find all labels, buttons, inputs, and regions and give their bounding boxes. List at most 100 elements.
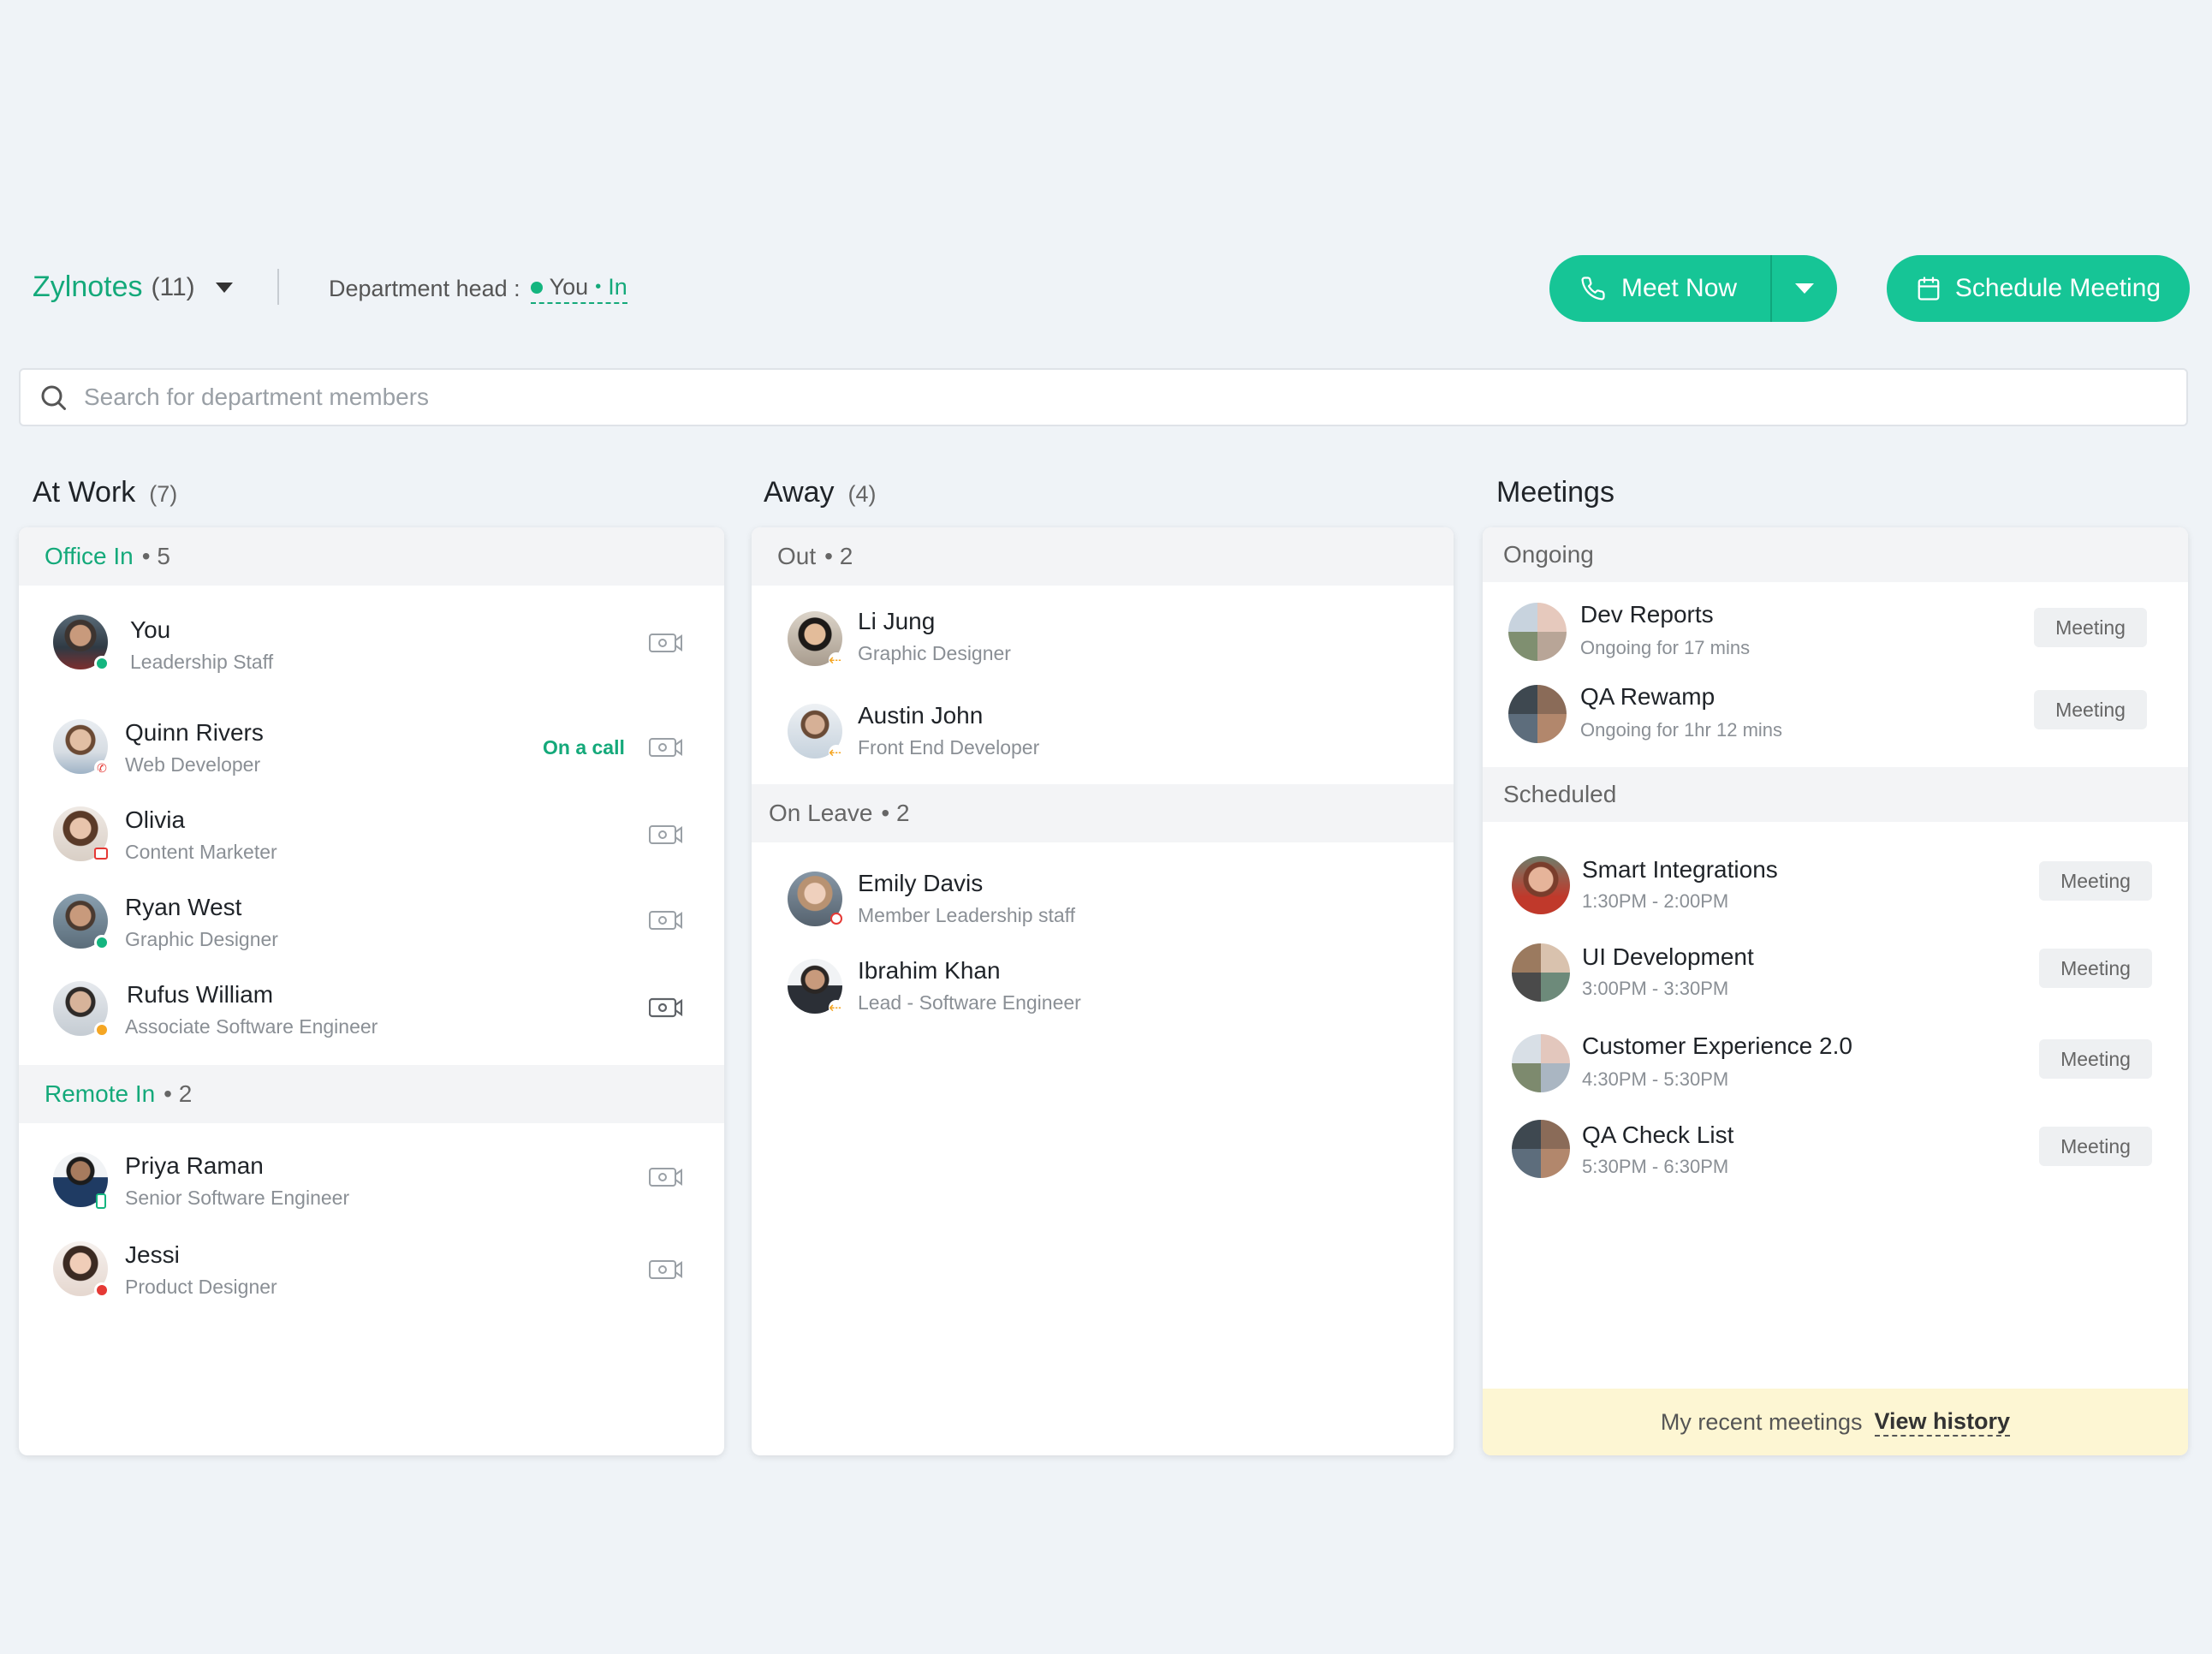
meeting-title: Customer Experience 2.0 [1582, 1032, 1852, 1059]
member-row[interactable]: Emily Davis Member Leadership staff [752, 842, 1454, 947]
member-row[interactable]: ✆ Quinn Rivers Web Developer On a call [19, 702, 724, 791]
member-row[interactable]: Priya Raman Senior Software Engineer [19, 1123, 724, 1224]
member-row[interactable]: Ryan West Graphic Designer [19, 880, 724, 969]
dept-head-status: In [608, 274, 627, 300]
at-work-count: (7) [149, 481, 178, 507]
video-icon[interactable] [649, 632, 683, 654]
member-row[interactable]: ⇠ Austin John Front End Developer [752, 692, 1454, 784]
meet-now-button[interactable]: Meet Now [1549, 255, 1770, 322]
dept-head-label: Department head : [329, 276, 520, 301]
participants-avatar-stack [1508, 685, 1567, 743]
department-selector[interactable]: Zylnotes (11) [33, 271, 233, 304]
status-online-icon [94, 656, 110, 671]
status-out-icon: ⇠ [829, 652, 844, 668]
video-icon[interactable] [649, 997, 683, 1019]
video-icon[interactable] [649, 909, 683, 931]
video-icon[interactable] [649, 1166, 683, 1188]
out-group-header: Out • 2 [752, 527, 1454, 586]
member-row[interactable]: Rufus William Associate Software Enginee… [19, 969, 724, 1065]
schedule-meeting-label: Schedule Meeting [1954, 274, 2161, 302]
meet-now-dropdown-button[interactable] [1772, 255, 1837, 322]
status-out-icon: ⇠ [829, 1000, 844, 1015]
chevron-down-icon [215, 282, 233, 293]
meeting-badge[interactable]: Meeting [2034, 608, 2147, 647]
meeting-row[interactable]: Customer Experience 2.0 4:30PM - 5:30PM … [1483, 1007, 2188, 1096]
member-name: Olivia [125, 806, 186, 833]
away-panel: Out • 2 ⇠ Li Jung Graphic Designer ⇠ Aus… [752, 527, 1454, 1455]
meet-now-button-group: Meet Now [1549, 255, 1837, 322]
meeting-title: UI Development [1582, 943, 1754, 970]
member-row[interactable]: Olivia Content Marketer [19, 791, 724, 880]
member-role: Senior Software Engineer [125, 1187, 350, 1209]
meeting-badge[interactable]: Meeting [2034, 690, 2147, 729]
group-count: • 2 [164, 1080, 193, 1107]
department-head: Department head : You • In [329, 274, 627, 304]
scheduled-group-header: Scheduled [1483, 767, 2188, 822]
status-call-icon: ✆ [94, 760, 110, 776]
meeting-row[interactable]: Smart Integrations 1:30PM - 2:00PM Meeti… [1483, 822, 2188, 918]
meeting-badge[interactable]: Meeting [2039, 1039, 2152, 1079]
member-role: Graphic Designer [858, 642, 1011, 664]
member-search [19, 368, 2188, 426]
video-icon[interactable] [649, 736, 683, 759]
meetings-panel: Ongoing Dev Reports Ongoing for 17 mins … [1483, 527, 2188, 1455]
member-name: Emily Davis [858, 870, 984, 896]
schedule-meeting-button[interactable]: Schedule Meeting [1887, 255, 2190, 322]
department-header: Zylnotes (11) Department head : You • In… [33, 255, 2190, 324]
status-calendar-icon [94, 848, 108, 860]
meeting-title: QA Check List [1582, 1122, 1734, 1148]
group-name: Remote In [45, 1080, 156, 1107]
view-history-link[interactable]: View history [1874, 1408, 2011, 1437]
member-name: Austin John [858, 702, 984, 729]
group-name: Out [777, 543, 817, 569]
member-role: Associate Software Engineer [125, 1015, 378, 1038]
department-count: (11) [151, 272, 195, 301]
member-row[interactable]: ⇠ Ibrahim Khan Lead - Software Engineer [752, 947, 1454, 1036]
calendar-icon [1918, 277, 1940, 300]
meeting-row[interactable]: QA Check List 5:30PM - 6:30PM Meeting [1483, 1096, 2188, 1185]
phone-icon [1581, 277, 1605, 300]
member-role: Product Designer [125, 1276, 277, 1298]
meeting-badge[interactable]: Meeting [2039, 949, 2152, 988]
member-role: Front End Developer [858, 736, 1040, 759]
video-icon[interactable] [649, 1258, 683, 1281]
member-row[interactable]: You Leadership Staff [19, 586, 724, 702]
office-in-group-header: Office In • 5 [19, 527, 724, 586]
member-role: Member Leadership staff [858, 904, 1075, 926]
participant-avatar [1512, 856, 1570, 914]
search-input[interactable] [84, 384, 2138, 411]
meeting-time: 4:30PM - 5:30PM [1582, 1068, 1729, 1090]
search-icon [41, 385, 66, 410]
member-row[interactable]: Jessi Product Designer [19, 1224, 724, 1313]
member-name: You [130, 616, 171, 643]
status-out-icon: ⇠ [829, 745, 844, 760]
meeting-title: Smart Integrations [1582, 856, 1778, 883]
participants-avatar-stack [1512, 943, 1570, 1002]
member-row[interactable]: ⇠ Li Jung Graphic Designer [752, 586, 1454, 692]
meeting-row[interactable]: Dev Reports Ongoing for 17 mins Meeting [1483, 582, 2188, 675]
dept-head-link[interactable]: You • In [530, 274, 627, 304]
status-busy-icon [94, 1282, 110, 1298]
member-name: Ibrahim Khan [858, 957, 1001, 984]
department-name: Zylnotes [33, 271, 143, 303]
meeting-title: QA Rewamp [1580, 683, 1715, 710]
meeting-row[interactable]: QA Rewamp Ongoing for 1hr 12 mins Meetin… [1483, 675, 2188, 767]
member-name: Ryan West [125, 894, 242, 920]
group-count: • 5 [141, 543, 170, 569]
on-call-status: On a call [543, 736, 625, 759]
member-role: Leadership Staff [130, 651, 274, 673]
meeting-badge[interactable]: Meeting [2039, 1127, 2152, 1166]
remote-in-group-header: Remote In • 2 [19, 1065, 724, 1123]
meeting-row[interactable]: UI Development 3:00PM - 3:30PM Meeting [1483, 918, 2188, 1007]
status-online-icon [94, 935, 110, 950]
member-role: Web Developer [125, 753, 261, 776]
member-role: Lead - Software Engineer [858, 991, 1081, 1014]
video-icon[interactable] [649, 824, 683, 846]
member-name: Rufus William [127, 981, 274, 1008]
away-title: Away [764, 476, 835, 509]
group-name: Ongoing [1503, 541, 1594, 568]
meeting-time: Ongoing for 17 mins [1580, 637, 1751, 658]
meeting-badge[interactable]: Meeting [2039, 861, 2152, 901]
header-divider [277, 269, 279, 305]
meeting-time: 5:30PM - 6:30PM [1582, 1156, 1729, 1177]
